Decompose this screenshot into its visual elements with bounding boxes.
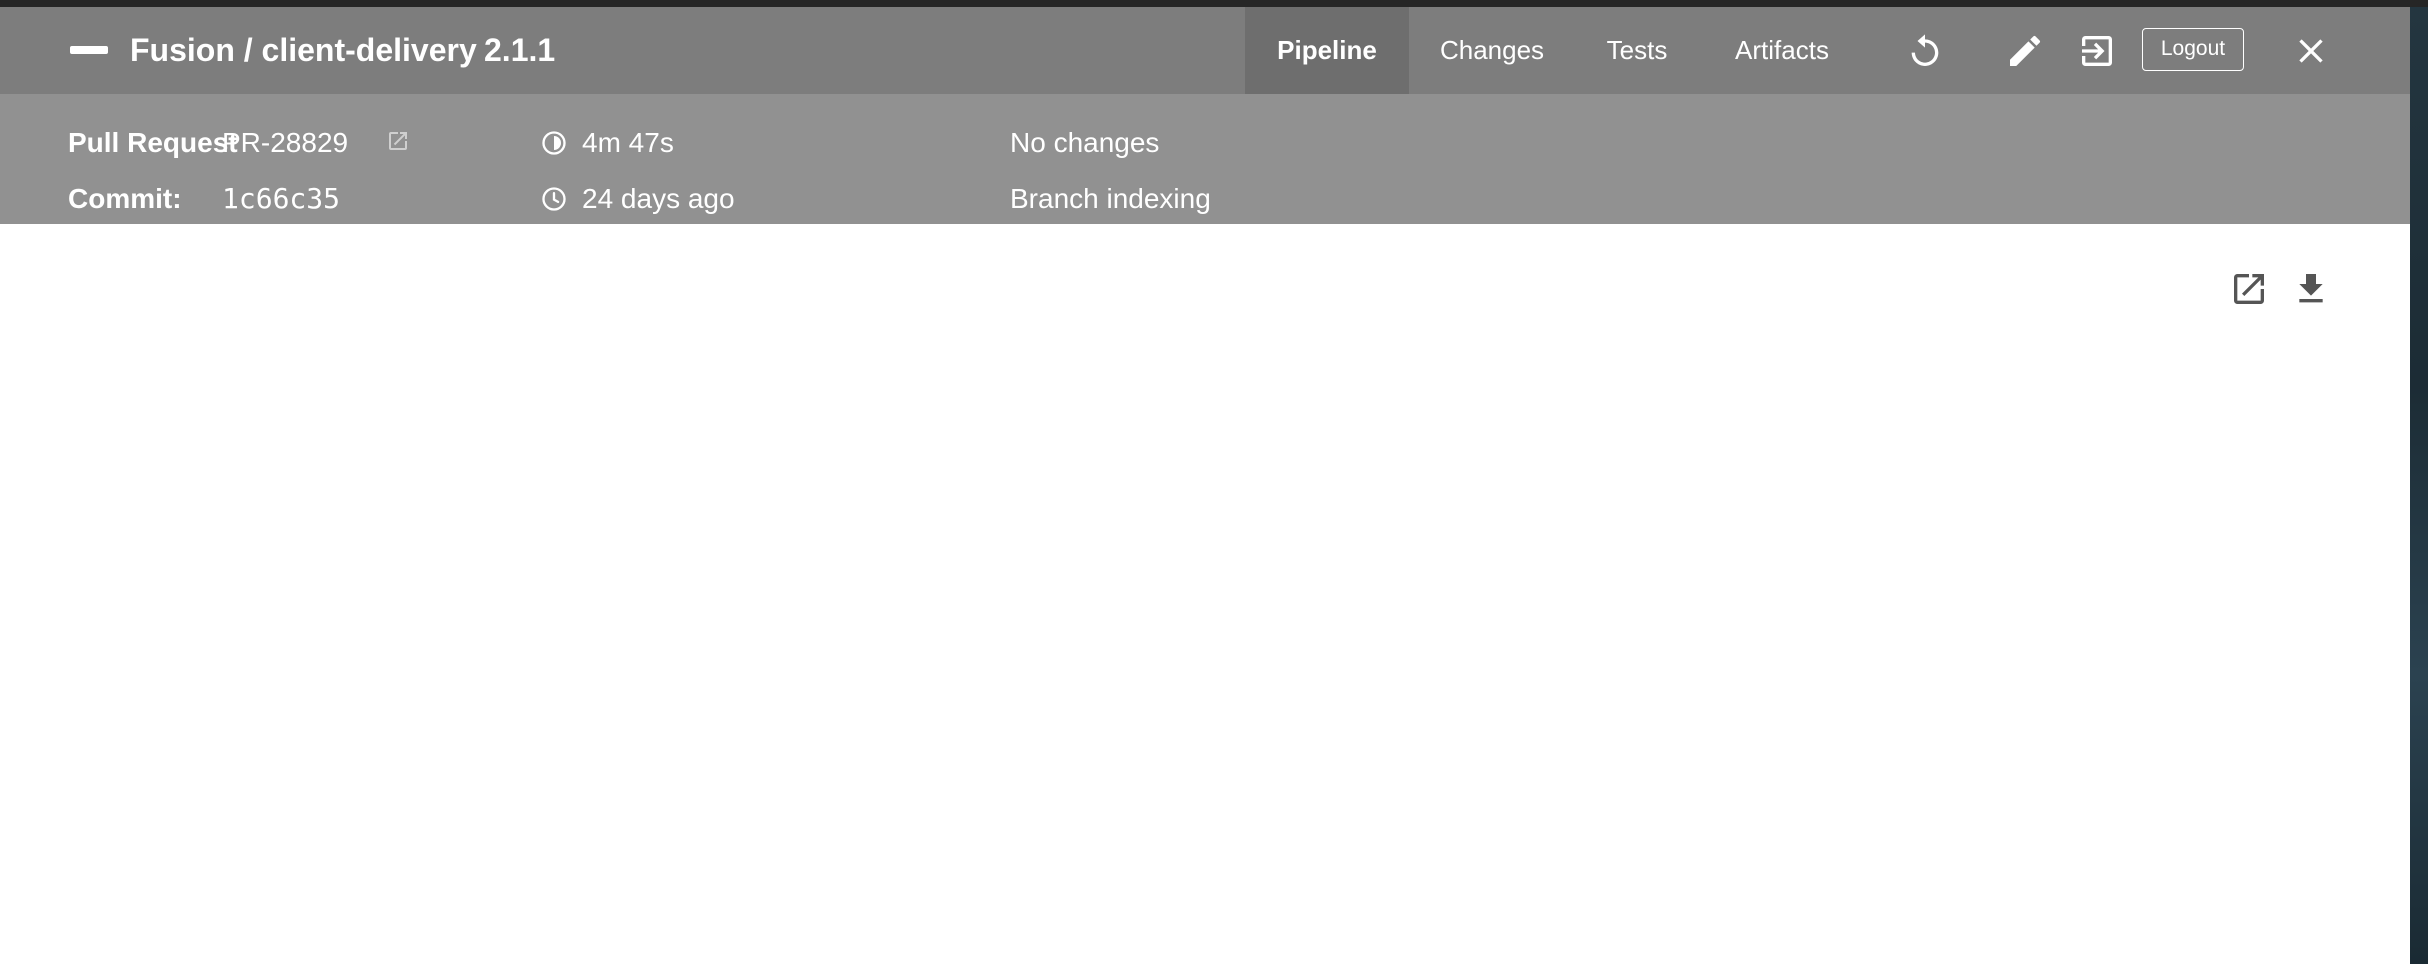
run-header: Fusion / client-delivery 2.1.1 Pipeline … <box>0 7 2410 94</box>
commit-label: Commit: <box>68 183 182 214</box>
close-icon[interactable] <box>2291 31 2331 71</box>
run-duration: 4m 47s <box>582 127 674 158</box>
run-time-ago: 24 days ago <box>582 183 735 214</box>
tab-pipeline[interactable]: Pipeline <box>1245 7 1409 94</box>
changes-summary: No changes <box>1010 127 1160 158</box>
pull-request-link[interactable]: PR-28829 <box>222 125 348 161</box>
commit-hash: 1c66c35 <box>222 182 341 215</box>
duration-icon <box>540 129 568 157</box>
rerun-icon[interactable] <box>1905 31 1945 71</box>
desktop-background <box>2410 0 2428 964</box>
logout-button[interactable]: Logout <box>2142 28 2244 71</box>
tab-artifacts[interactable]: Artifacts <box>1699 7 1865 94</box>
edit-icon[interactable] <box>2005 31 2045 71</box>
open-classic-icon[interactable] <box>2077 31 2117 71</box>
tab-changes[interactable]: Changes <box>1409 7 1575 94</box>
run-cause: Branch indexing <box>1010 183 1211 214</box>
tab-tests[interactable]: Tests <box>1575 7 1699 94</box>
external-link-small-icon[interactable] <box>386 129 410 153</box>
download-icon[interactable] <box>2291 269 2331 309</box>
clock-icon <box>540 185 568 213</box>
pipeline-title: Fusion / client-delivery <box>130 32 477 68</box>
minus-icon <box>70 46 108 54</box>
run-details-window: Fusion / client-delivery 2.1.1 Pipeline … <box>0 7 2410 964</box>
run-version: 2.1.1 <box>484 32 556 68</box>
run-meta-bar: Pull Request PR-28829 Commit: 1c66c35 4m… <box>0 94 2410 224</box>
pull-request-label: Pull Request <box>68 127 238 158</box>
tab-bar: Pipeline Changes Tests Artifacts <box>1245 7 1865 94</box>
external-link-icon[interactable] <box>2229 269 2269 309</box>
screen-top-edge <box>0 0 2428 7</box>
